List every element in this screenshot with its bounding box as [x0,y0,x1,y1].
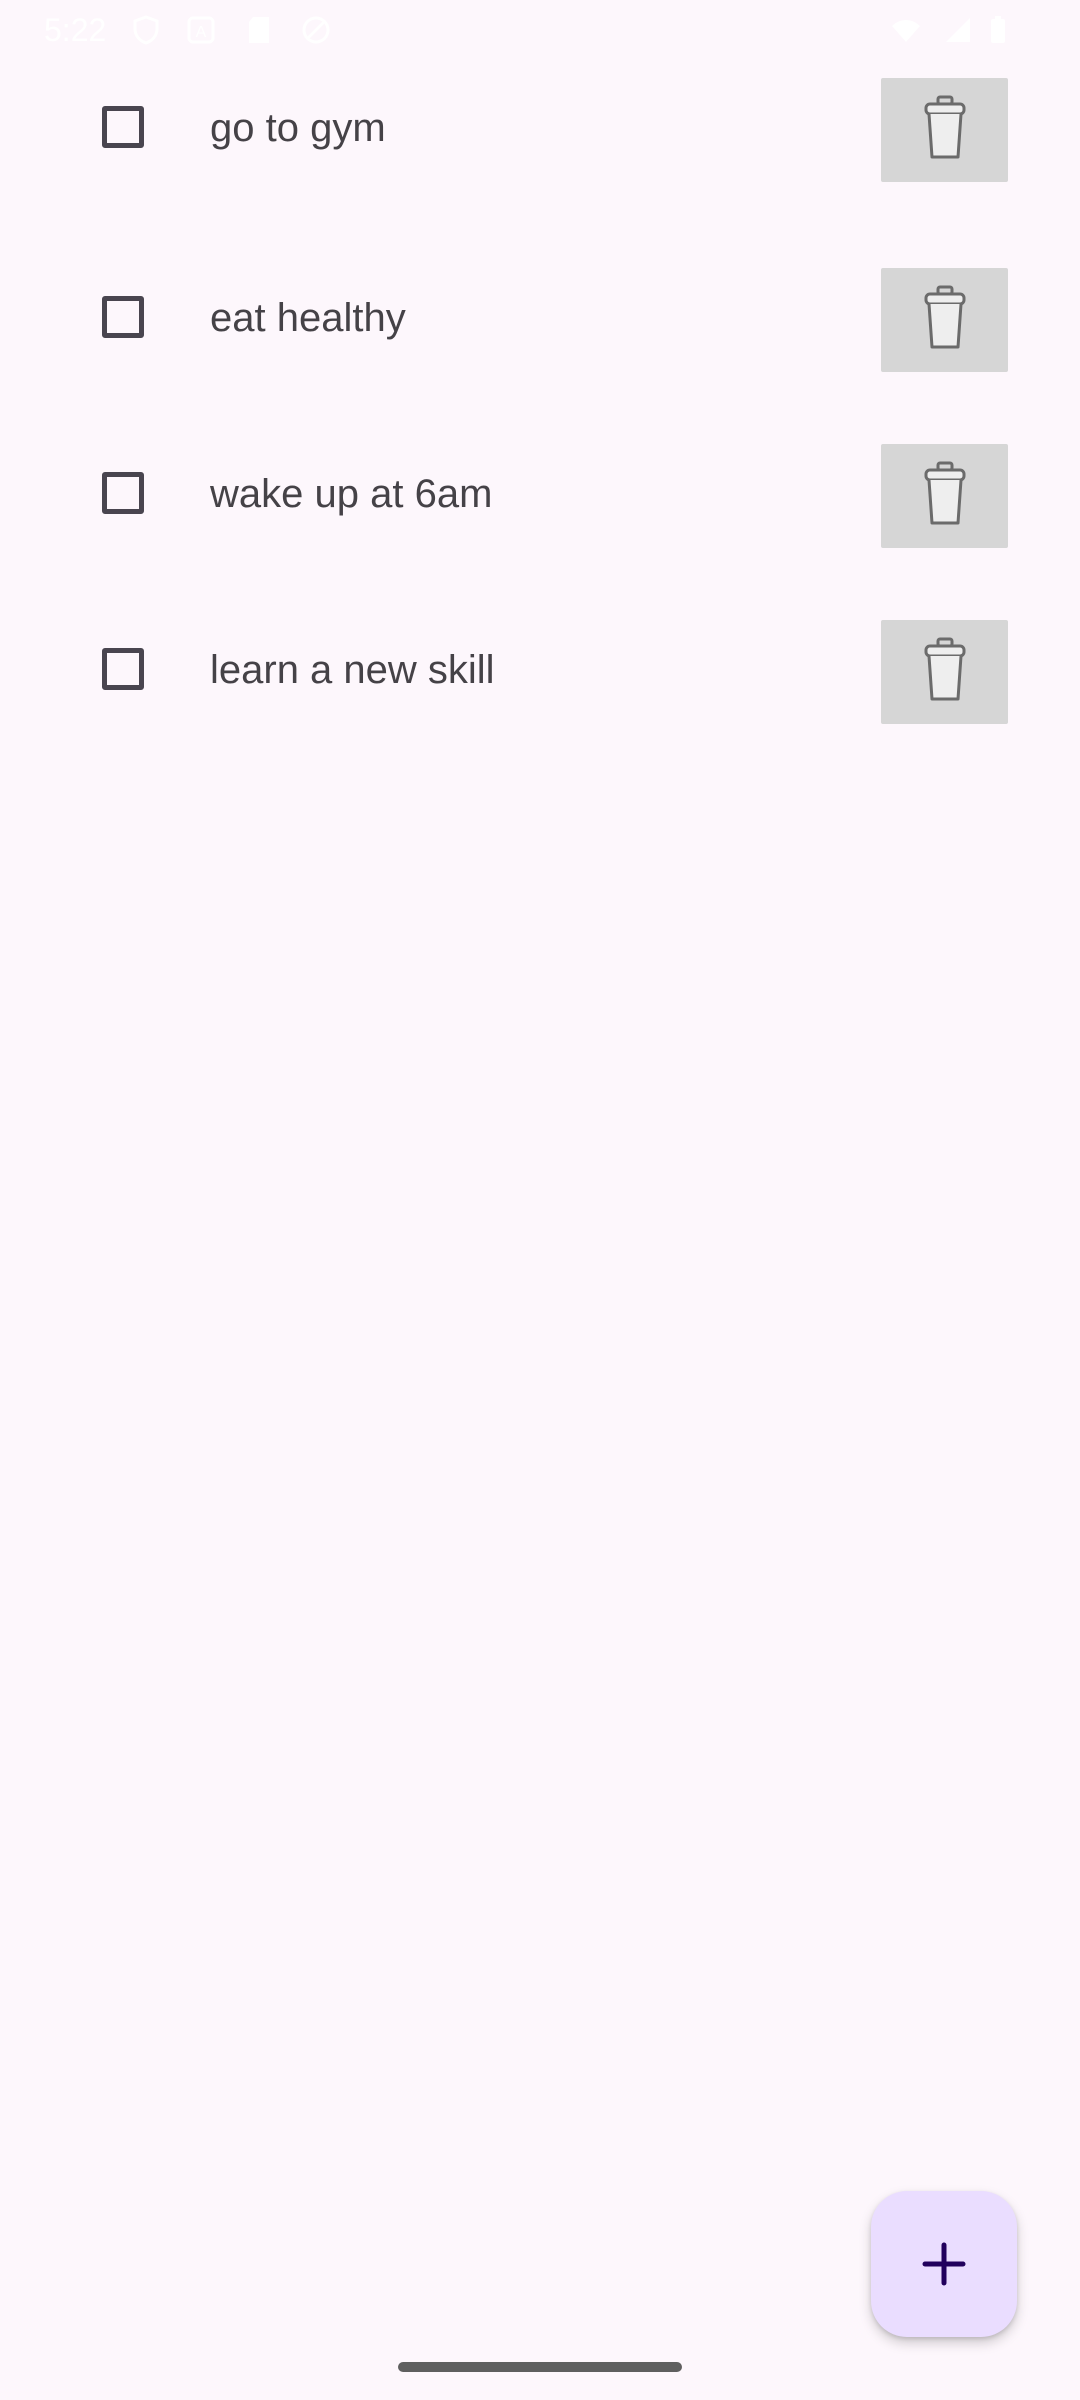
status-bar: 5:22 A [0,0,1080,60]
delete-button[interactable] [881,268,1008,372]
shield-icon [133,15,159,45]
task-label: learn a new skill [210,648,495,692]
delete-button[interactable] [881,620,1008,724]
trash-icon [924,461,966,525]
status-time: 5:22 [44,12,107,48]
cell-signal-icon [946,18,970,42]
task-label: wake up at 6am [210,472,493,516]
list-item: learn a new skill [0,620,1080,724]
task-checkbox[interactable] [102,648,144,690]
wifi-icon [892,20,920,42]
task-checkbox[interactable] [102,106,144,148]
no-location-icon [302,16,330,44]
task-label: eat healthy [210,296,406,340]
a-icon: A [187,16,215,44]
trash-icon [924,637,966,701]
svg-text:A: A [196,24,207,41]
delete-button[interactable] [881,444,1008,548]
battery-icon [991,16,1005,43]
trash-icon [924,95,966,159]
task-checkbox[interactable] [102,296,144,338]
task-label: go to gym [210,106,386,150]
trash-icon [924,285,966,349]
list-item: wake up at 6am [0,444,1080,548]
delete-button[interactable] [881,78,1008,182]
add-task-button[interactable] [871,2191,1017,2337]
todo-screen: 5:22 A go to gym eat healthy wake up at … [0,0,1080,2400]
list-item: eat healthy [0,268,1080,372]
list-item: go to gym [0,78,1080,182]
plus-icon [922,2242,966,2286]
task-checkbox[interactable] [102,472,144,514]
sd-card-icon [249,17,269,43]
home-indicator[interactable] [398,2362,682,2372]
